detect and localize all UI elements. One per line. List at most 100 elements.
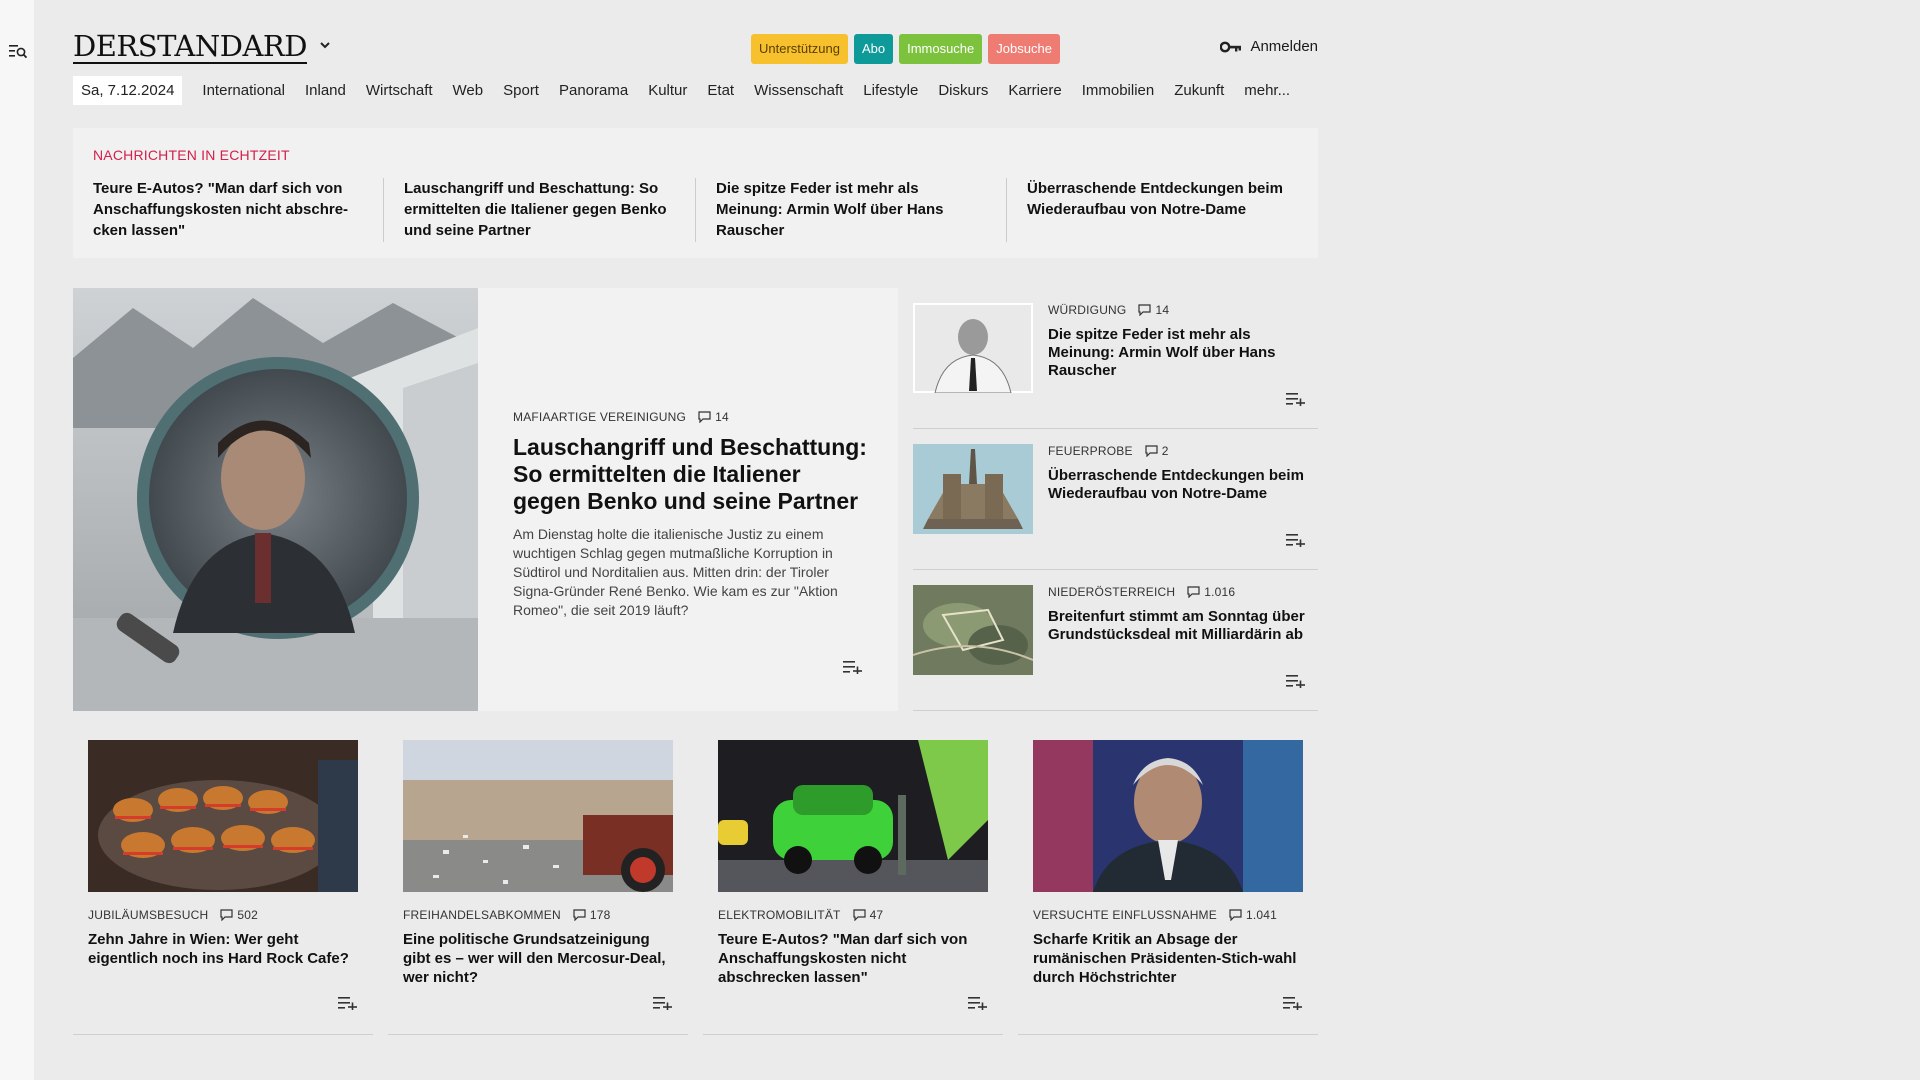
side-kicker: FEUERPROBE 2 bbox=[1048, 444, 1308, 458]
comment-icon bbox=[698, 411, 711, 423]
comment-count: 14 bbox=[715, 410, 729, 424]
login-label: Anmelden bbox=[1250, 38, 1318, 55]
add-to-list-icon[interactable] bbox=[653, 996, 673, 1010]
card-kicker: VERSUCHTE EINFLUSSNAHME 1.041 bbox=[1033, 908, 1303, 922]
comment-icon bbox=[1187, 586, 1200, 598]
nav-item-karriere[interactable]: Karriere bbox=[1008, 82, 1061, 99]
hero-article[interactable]: MAFIAARTIGE VEREINIGUNG 14 Lauschangriff… bbox=[73, 288, 898, 711]
kicker-label: NIEDERÖSTERREICH bbox=[1048, 585, 1176, 599]
nav-item-wissenschaft[interactable]: Wissenschaft bbox=[754, 82, 843, 99]
side-article-title[interactable]: Die spitze Feder ist mehr als Meinung: A… bbox=[1048, 326, 1308, 380]
card-title[interactable]: Zehn Jahre in Wien: Wer geht eigentlich … bbox=[88, 930, 358, 968]
abo-button[interactable]: Abo bbox=[853, 34, 894, 64]
nav-item-lifestyle[interactable]: Lifestyle bbox=[863, 82, 918, 99]
card-kicker: ELEKTROMOBILITÄT 47 bbox=[718, 908, 988, 922]
article-image bbox=[718, 740, 988, 892]
site-header: DERSTANDARD Unterstützung Abo Immosuche … bbox=[73, 28, 1318, 68]
hero-teaser: Am Dienstag holte die italienische Justi… bbox=[513, 526, 838, 618]
article-image bbox=[88, 740, 358, 892]
kicker-label: ELEKTROMOBILITÄT bbox=[718, 908, 841, 922]
live-news-item[interactable]: Überraschende Entdeckungen beim Wiederau… bbox=[1027, 178, 1297, 220]
card-text: FREIHANDELSABKOMMEN 178 Eine politische … bbox=[403, 908, 673, 987]
kicker-label: VERSUCHTE EINFLUSSNAHME bbox=[1033, 908, 1217, 922]
live-news-label: NACHRICHTEN IN ECHTZEIT bbox=[93, 147, 290, 163]
side-kicker: NIEDERÖSTERREICH 1.016 bbox=[1048, 585, 1308, 599]
comment-icon bbox=[1229, 909, 1242, 921]
immosuche-button[interactable]: Immosuche bbox=[899, 34, 983, 64]
side-kicker: WÜRDIGUNG 14 bbox=[1048, 303, 1308, 317]
card-title[interactable]: Eine politische Grundsatzeinigung gibt e… bbox=[403, 930, 673, 987]
kicker-label: FEUERPROBE bbox=[1048, 444, 1133, 458]
live-news-item[interactable]: Teure E-Autos? "Man darf sich von Anscha… bbox=[93, 178, 363, 241]
nav-item-panorama[interactable]: Panorama bbox=[559, 82, 628, 99]
side-article-title[interactable]: Überraschende Entdeckungen beim Wiederau… bbox=[1048, 467, 1308, 503]
article-card[interactable]: ELEKTROMOBILITÄT 47 Teure E-Autos? "Man … bbox=[703, 740, 1003, 1035]
article-thumbnail bbox=[913, 444, 1033, 534]
nav-item-kultur[interactable]: Kultur bbox=[648, 82, 687, 99]
card-text: ELEKTROMOBILITÄT 47 Teure E-Autos? "Man … bbox=[718, 908, 988, 987]
nav-item-immobilien[interactable]: Immobilien bbox=[1082, 82, 1155, 99]
comment-count: 1.016 bbox=[1204, 585, 1236, 599]
nav-item-sport[interactable]: Sport bbox=[503, 82, 539, 99]
nav-item-more[interactable]: mehr... bbox=[1244, 82, 1290, 99]
side-article[interactable]: WÜRDIGUNG 14 Die spitze Feder ist mehr a… bbox=[913, 288, 1318, 429]
key-icon bbox=[1220, 41, 1242, 52]
card-text: JUBILÄUMSBESUCH 502 Zehn Jahre in Wien: … bbox=[88, 908, 358, 968]
comment-icon bbox=[573, 909, 586, 921]
side-article-text: WÜRDIGUNG 14 Die spitze Feder ist mehr a… bbox=[1048, 303, 1308, 380]
card-kicker: FREIHANDELSABKOMMEN 178 bbox=[403, 908, 673, 922]
nav-item-inland[interactable]: Inland bbox=[305, 82, 346, 99]
comment-count: 502 bbox=[237, 908, 258, 922]
comment-count: 47 bbox=[869, 908, 884, 922]
divider bbox=[1006, 178, 1007, 242]
add-to-list-icon[interactable] bbox=[338, 996, 358, 1010]
chevron-down-icon[interactable] bbox=[318, 38, 332, 52]
add-to-list-icon[interactable] bbox=[1283, 996, 1303, 1010]
article-card[interactable]: FREIHANDELSABKOMMEN 178 Eine politische … bbox=[388, 740, 688, 1035]
card-text: VERSUCHTE EINFLUSSNAHME 1.041 Scharfe Kr… bbox=[1033, 908, 1303, 987]
add-to-list-icon[interactable] bbox=[1286, 392, 1306, 406]
nav-item-etat[interactable]: Etat bbox=[707, 82, 734, 99]
nav-item-international[interactable]: International bbox=[202, 82, 285, 99]
card-title[interactable]: Scharfe Kritik an Absage der rumänischen… bbox=[1033, 930, 1303, 987]
card-kicker: JUBILÄUMSBESUCH 502 bbox=[88, 908, 358, 922]
kicker-label: FREIHANDELSABKOMMEN bbox=[403, 908, 561, 922]
nav-item-web[interactable]: Web bbox=[453, 82, 484, 99]
search-menu-icon[interactable] bbox=[9, 43, 27, 59]
article-card[interactable]: VERSUCHTE EINFLUSSNAHME 1.041 Scharfe Kr… bbox=[1018, 740, 1318, 1035]
article-image bbox=[1033, 740, 1303, 892]
add-to-list-icon[interactable] bbox=[843, 660, 863, 674]
kicker-label: MAFIAARTIGE VEREINIGUNG bbox=[513, 410, 687, 424]
comment-count: 2 bbox=[1161, 444, 1169, 458]
hero-text: MAFIAARTIGE VEREINIGUNG 14 Lauschangriff… bbox=[513, 410, 868, 620]
comment-count: 14 bbox=[1155, 303, 1170, 317]
site-logo[interactable]: DERSTANDARD bbox=[73, 30, 307, 64]
nav-item-zukunft[interactable]: Zukunft bbox=[1174, 82, 1224, 99]
article-thumbnail bbox=[913, 585, 1033, 675]
add-to-list-icon[interactable] bbox=[1286, 674, 1306, 688]
add-to-list-icon[interactable] bbox=[968, 996, 988, 1010]
nav-item-diskurs[interactable]: Diskurs bbox=[938, 82, 988, 99]
live-news-item[interactable]: Die spitze Feder ist mehr als Meinung: A… bbox=[716, 178, 986, 241]
side-article[interactable]: FEUERPROBE 2 Überraschende Entdeckungen … bbox=[913, 429, 1318, 570]
nav-item-wirtschaft[interactable]: Wirtschaft bbox=[366, 82, 433, 99]
comment-icon bbox=[1138, 304, 1152, 316]
add-to-list-icon[interactable] bbox=[1286, 533, 1306, 547]
comment-count: 178 bbox=[589, 908, 611, 922]
hero-title[interactable]: Lauschangriff und Beschattung: So ermitt… bbox=[513, 434, 868, 515]
article-card[interactable]: JUBILÄUMSBESUCH 502 Zehn Jahre in Wien: … bbox=[73, 740, 373, 1035]
live-news-strip: NACHRICHTEN IN ECHTZEIT Teure E-Autos? "… bbox=[73, 128, 1318, 258]
side-article[interactable]: NIEDERÖSTERREICH 1.016 Breitenfurt stimm… bbox=[913, 570, 1318, 711]
login-button[interactable]: Anmelden bbox=[1220, 38, 1318, 55]
support-button[interactable]: Unterstützung bbox=[751, 34, 848, 64]
side-article-title[interactable]: Breitenfurt stimmt am Sonntag über Grund… bbox=[1048, 608, 1308, 644]
jobsuche-button[interactable]: Jobsuche bbox=[988, 34, 1060, 64]
comment-count: 1.041 bbox=[1245, 908, 1277, 922]
hero-image bbox=[73, 288, 478, 711]
section-nav: Sa, 7.12.2024 International Inland Wirts… bbox=[73, 76, 1310, 105]
divider bbox=[695, 178, 696, 242]
card-title[interactable]: Teure E-Autos? "Man darf sich von Anscha… bbox=[718, 930, 988, 987]
side-article-text: FEUERPROBE 2 Überraschende Entdeckungen … bbox=[1048, 444, 1308, 503]
live-news-item[interactable]: Lauschangriff und Beschattung: So ermitt… bbox=[404, 178, 674, 241]
article-image bbox=[403, 740, 673, 892]
